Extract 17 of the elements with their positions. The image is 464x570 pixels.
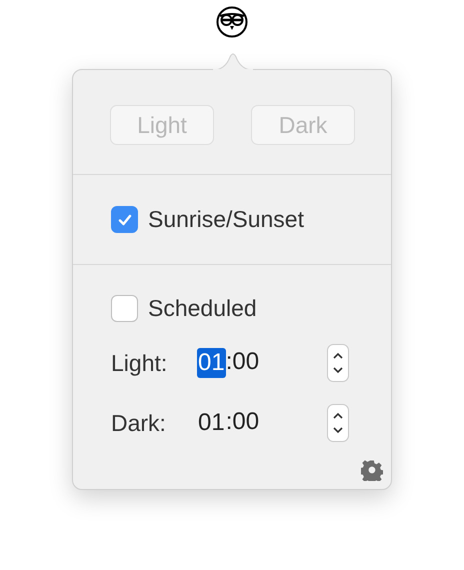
stepper[interactable]: [327, 344, 349, 382]
time-separator: :: [226, 408, 232, 437]
owl-icon[interactable]: [216, 6, 248, 38]
checkmark-icon: [118, 214, 132, 226]
checkbox[interactable]: [111, 295, 138, 322]
hour-field[interactable]: 01: [197, 408, 226, 438]
time-label: Dark:: [111, 410, 167, 436]
time-separator: :: [226, 348, 232, 377]
hour-field[interactable]: 01: [197, 348, 226, 378]
time-label: Light:: [111, 350, 168, 376]
stepper[interactable]: [327, 404, 349, 442]
minute-field[interactable]: 00: [232, 408, 260, 438]
settings-icon[interactable]: [361, 459, 383, 481]
checkbox-label: Scheduled: [148, 295, 257, 322]
minute-field[interactable]: 00: [232, 348, 260, 378]
checkbox[interactable]: [111, 206, 138, 233]
checkbox-label: Sunrise/Sunset: [148, 206, 304, 233]
